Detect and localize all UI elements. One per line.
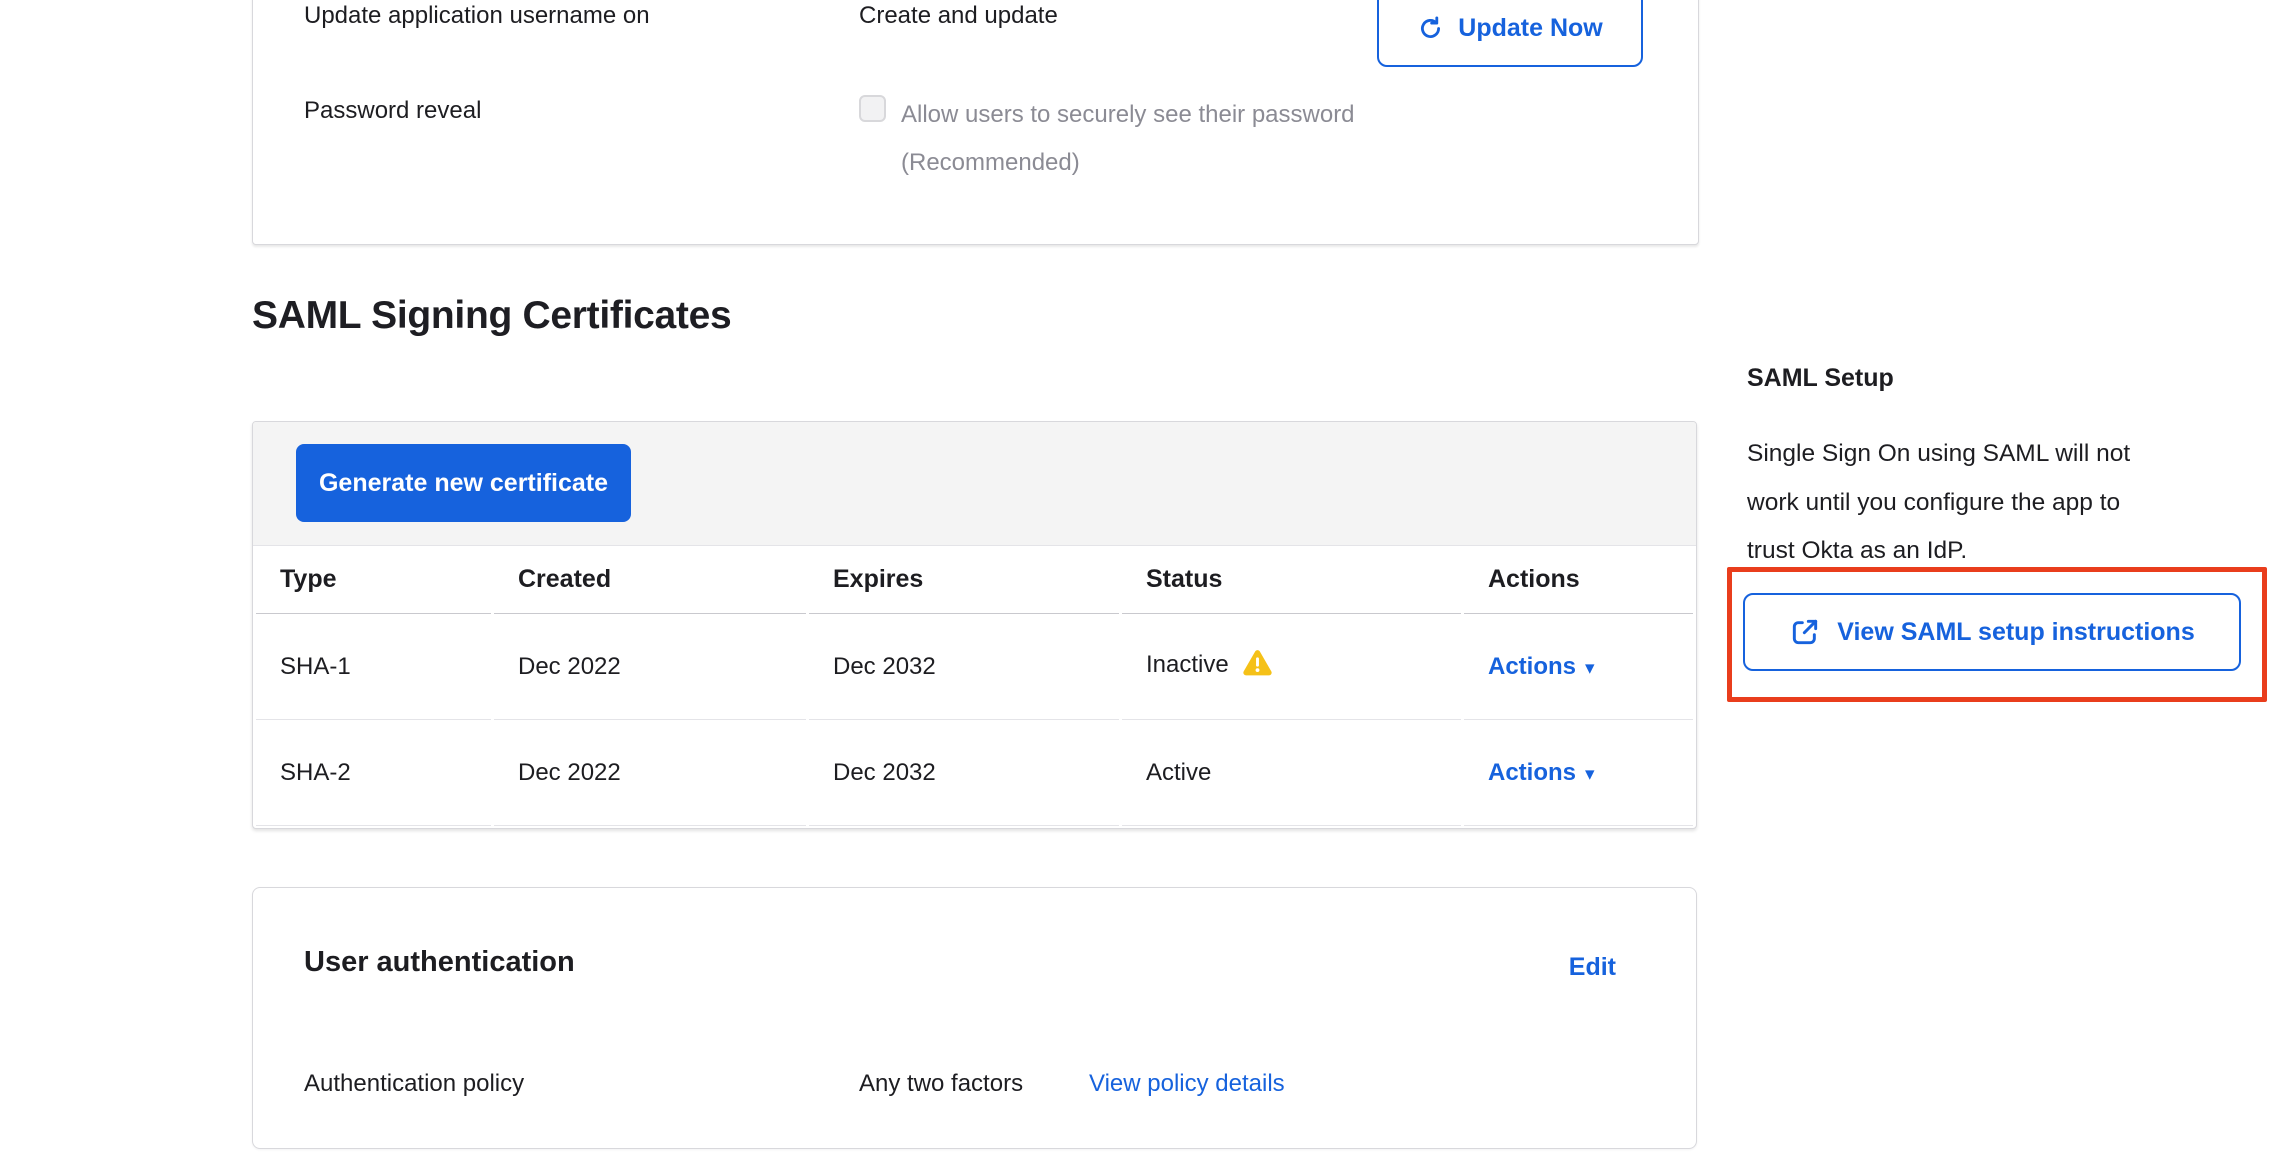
saml-signing-certificates-panel: Generate new certificate Type Created Ex… [252,421,1697,829]
cert-type: SHA-2 [256,720,491,826]
edit-link[interactable]: Edit [1569,953,1616,982]
cert-expires: Dec 2032 [809,614,1119,720]
cert-created: Dec 2022 [494,720,806,826]
setup-button-label: View SAML setup instructions [1837,618,2194,647]
column-header-actions: Actions [1464,546,1693,614]
generate-new-certificate-button[interactable]: Generate new certificate [296,444,631,522]
username-update-label: Update application username on [304,2,650,30]
cert-type: SHA-1 [256,614,491,720]
warning-triangle-icon [1242,656,1273,683]
table-row: SHA-2 Dec 2022 Dec 2032 Active Actions ▾ [256,720,1693,826]
view-policy-details-link[interactable]: View policy details [1089,1070,1285,1098]
column-header-expires: Expires [809,546,1119,614]
cert-status: Active [1122,720,1461,826]
okta-app-settings-page: Update application username on Create an… [0,0,2279,1158]
column-header-created: Created [494,546,806,614]
chevron-down-icon: ▾ [1585,658,1595,679]
sign-on-settings-panel: Update application username on Create an… [252,0,1699,245]
cert-created: Dec 2022 [494,614,806,720]
user-authentication-heading: User authentication [304,946,575,979]
external-link-icon [1789,616,1821,648]
table-row: SHA-1 Dec 2022 Dec 2032 Inactive Actions… [256,614,1693,720]
saml-setup-heading: SAML Setup [1747,364,1894,393]
refresh-icon [1417,15,1444,42]
actions-label: Actions [1488,653,1576,680]
column-header-status: Status [1122,546,1461,614]
page-title: SAML Signing Certificates [252,294,731,338]
view-saml-setup-instructions-button[interactable]: View SAML setup instructions [1743,593,2241,671]
table-header-row: Type Created Expires Status Actions [256,546,1693,614]
actions-dropdown[interactable]: Actions ▾ [1488,653,1595,680]
password-reveal-label: Password reveal [304,97,481,125]
saml-setup-description: Single Sign On using SAML will not work … [1747,430,2279,576]
cert-actions-cell: Actions ▾ [1464,614,1693,720]
update-now-label: Update Now [1458,14,1602,43]
cert-expires: Dec 2032 [809,720,1119,826]
cert-status: Inactive [1122,614,1461,720]
status-text: Active [1146,759,1211,786]
certificates-table: Type Created Expires Status Actions SHA-… [253,546,1696,826]
actions-dropdown[interactable]: Actions ▾ [1488,759,1595,786]
cert-actions-cell: Actions ▾ [1464,720,1693,826]
password-reveal-checkbox-label: Allow users to securely see their passwo… [901,91,1355,187]
status-text: Inactive [1146,651,1229,678]
certificates-toolbar: Generate new certificate [253,422,1696,546]
authentication-policy-label: Authentication policy [304,1070,524,1098]
authentication-policy-value: Any two factors [859,1070,1023,1098]
username-update-value: Create and update [859,2,1058,30]
password-reveal-checkbox[interactable] [859,95,886,122]
user-authentication-card: User authentication Edit Authentication … [252,887,1697,1149]
chevron-down-icon: ▾ [1585,764,1595,785]
column-header-type: Type [256,546,491,614]
actions-label: Actions [1488,759,1576,786]
update-now-button[interactable]: Update Now [1377,0,1643,67]
